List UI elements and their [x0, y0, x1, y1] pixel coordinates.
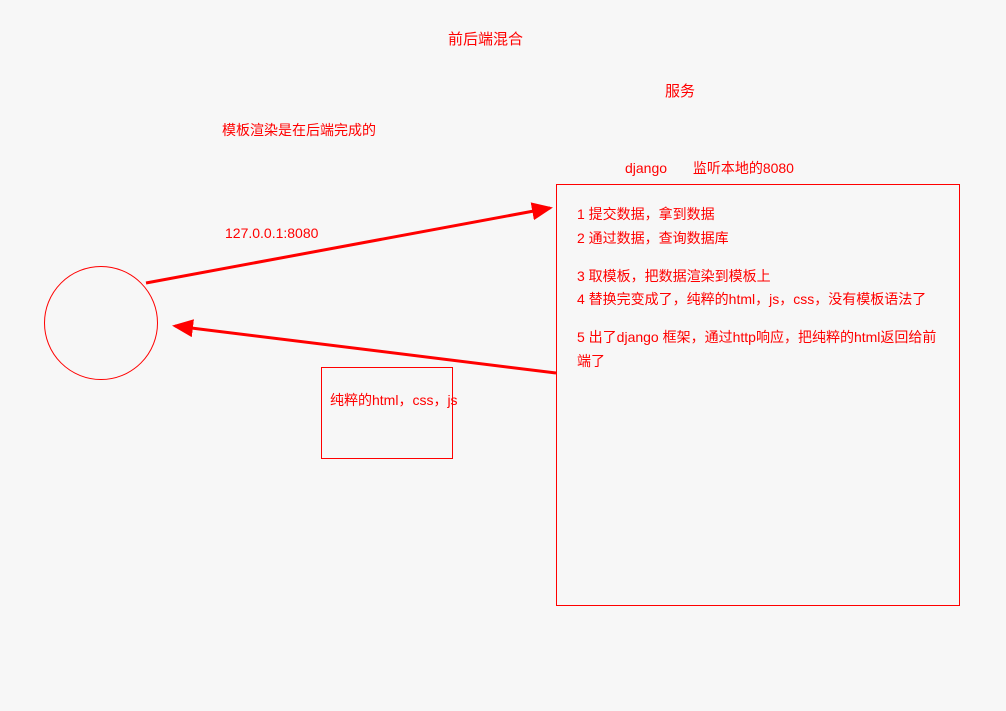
client-address-label: 127.0.0.1:8080: [225, 225, 318, 241]
step-1: 1 提交数据，拿到数据: [577, 203, 939, 227]
step-5: 5 出了django 框架，通过http响应，把纯粹的html返回给前端了: [577, 326, 939, 374]
pure-output-label: 纯粹的html，css，js: [330, 390, 458, 410]
response-arrow: [175, 326, 556, 373]
step-3: 3 取模板，把数据渲染到模板上: [577, 265, 939, 289]
template-render-note: 模板渲染是在后端完成的: [222, 120, 376, 140]
service-label: 服务: [665, 80, 695, 101]
diagram-title: 前后端混合: [448, 28, 523, 49]
pure-output-box: [321, 367, 453, 459]
django-header: django 监听本地的8080: [625, 158, 794, 178]
django-name: django: [625, 160, 667, 176]
client-circle: [44, 266, 158, 380]
step-2: 2 通过数据，查询数据库: [577, 227, 939, 251]
request-arrow: [146, 208, 550, 283]
django-box: 1 提交数据，拿到数据 2 通过数据，查询数据库 3 取模板，把数据渲染到模板上…: [556, 184, 960, 606]
django-listen: 监听本地的8080: [693, 160, 794, 176]
step-4: 4 替换完变成了，纯粹的html，js，css，没有模板语法了: [577, 288, 939, 312]
